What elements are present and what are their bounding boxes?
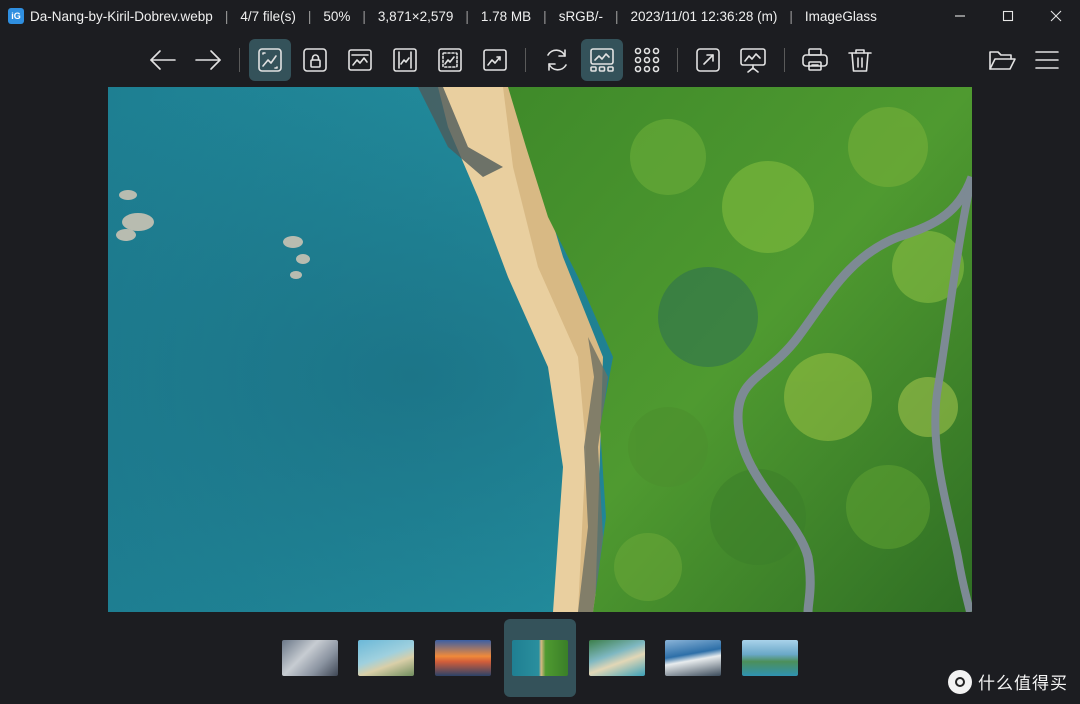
thumbnail-image	[435, 640, 491, 676]
scale-width-icon	[348, 49, 372, 71]
title-separator: |	[307, 8, 312, 24]
imageglass-logo-icon: iG	[8, 8, 24, 24]
folder-open-icon	[989, 51, 1016, 70]
aerial-beach-photo	[108, 87, 972, 612]
title-separator: |	[362, 8, 366, 24]
minimize-icon	[955, 15, 965, 17]
thumbnail-6[interactable]	[657, 619, 729, 697]
file-name: Da-Nang-by-Kiril-Dobrev.webp	[30, 8, 213, 24]
auto-zoom-icon	[258, 48, 282, 72]
thumbnail-image	[282, 640, 338, 676]
thumbnail-4[interactable]	[504, 619, 576, 697]
watermark-logo-icon	[948, 669, 972, 694]
lock-zoom-button[interactable]	[294, 39, 336, 81]
arrow-right-icon	[195, 50, 221, 70]
trash-icon	[848, 49, 872, 72]
watermark-text: 什么值得买	[978, 674, 1068, 693]
previous-image-button[interactable]	[142, 39, 184, 81]
minimize-button[interactable]	[936, 0, 984, 32]
watermark: 什么值得买	[948, 669, 1068, 694]
arrow-left-icon	[150, 50, 176, 70]
maximize-icon	[1002, 10, 1014, 22]
thumbnail-gallery	[0, 616, 1080, 700]
auto-zoom-button[interactable]	[249, 39, 291, 81]
main-menu-button[interactable]	[1026, 39, 1068, 81]
file-index: 4/7 file(s)	[240, 8, 296, 24]
toolbar-separator	[784, 48, 785, 72]
toolbar-separator	[677, 48, 678, 72]
zoom-level: 50%	[323, 8, 351, 24]
fullscreen-icon	[696, 48, 720, 72]
file-size: 1.78 MB	[480, 8, 532, 24]
refresh-button[interactable]	[536, 39, 578, 81]
fullscreen-button[interactable]	[687, 39, 729, 81]
gallery-toggle-button[interactable]	[581, 39, 623, 81]
toolbar-separator	[525, 48, 526, 72]
print-icon	[802, 48, 828, 71]
title-separator: |	[224, 8, 229, 24]
scale-to-fit-button[interactable]	[429, 39, 471, 81]
next-image-button[interactable]	[187, 39, 229, 81]
title-separator: |	[543, 8, 547, 24]
color-profile: sRGB/-	[558, 8, 603, 24]
thumbnail-grid-button[interactable]	[626, 39, 668, 81]
thumbnail-image	[512, 640, 568, 676]
toolbar	[0, 36, 1080, 84]
gallery-icon	[590, 48, 614, 72]
thumbnail-image	[358, 640, 414, 676]
refresh-icon	[547, 49, 567, 71]
window-controls	[936, 0, 1080, 32]
maximize-button[interactable]	[984, 0, 1032, 32]
thumbnail-image	[665, 640, 721, 676]
slideshow-icon	[740, 48, 766, 73]
thumbnail-7[interactable]	[734, 619, 806, 697]
scale-to-width-button[interactable]	[339, 39, 381, 81]
slideshow-button[interactable]	[732, 39, 774, 81]
image-dimensions: 3,871×2,579	[377, 8, 454, 24]
lock-zoom-icon	[303, 48, 327, 72]
close-button[interactable]	[1032, 0, 1080, 32]
title-separator: |	[465, 8, 469, 24]
print-button[interactable]	[794, 39, 836, 81]
title-bar: iG Da-Nang-by-Kiril-Dobrev.webp | 4/7 fi…	[0, 0, 1080, 32]
thumbnail-2[interactable]	[350, 619, 422, 697]
title-separator: |	[614, 8, 619, 24]
scale-fill-icon	[483, 49, 507, 71]
open-file-button[interactable]	[981, 39, 1023, 81]
thumbnail-3[interactable]	[427, 619, 499, 697]
close-icon	[1050, 10, 1062, 22]
delete-button[interactable]	[839, 39, 881, 81]
thumbnail-1[interactable]	[274, 619, 346, 697]
scale-to-height-button[interactable]	[384, 39, 426, 81]
modified-date: 2023/11/01 12:36:28 (m)	[630, 8, 778, 24]
scale-height-icon	[393, 48, 417, 72]
scale-to-fill-button[interactable]	[474, 39, 516, 81]
thumbnail-5[interactable]	[581, 619, 653, 697]
app-name: ImageGlass	[804, 8, 877, 24]
thumbnail-image	[589, 640, 645, 676]
title-separator: |	[789, 8, 793, 24]
window-title: Da-Nang-by-Kiril-Dobrev.webp | 4/7 file(…	[30, 9, 877, 24]
grid-icon	[634, 47, 660, 73]
hamburger-icon	[1035, 51, 1059, 69]
scale-fit-icon	[438, 48, 462, 72]
toolbar-separator	[239, 48, 240, 72]
image-viewer[interactable]	[108, 87, 972, 612]
thumbnail-image	[742, 640, 798, 676]
